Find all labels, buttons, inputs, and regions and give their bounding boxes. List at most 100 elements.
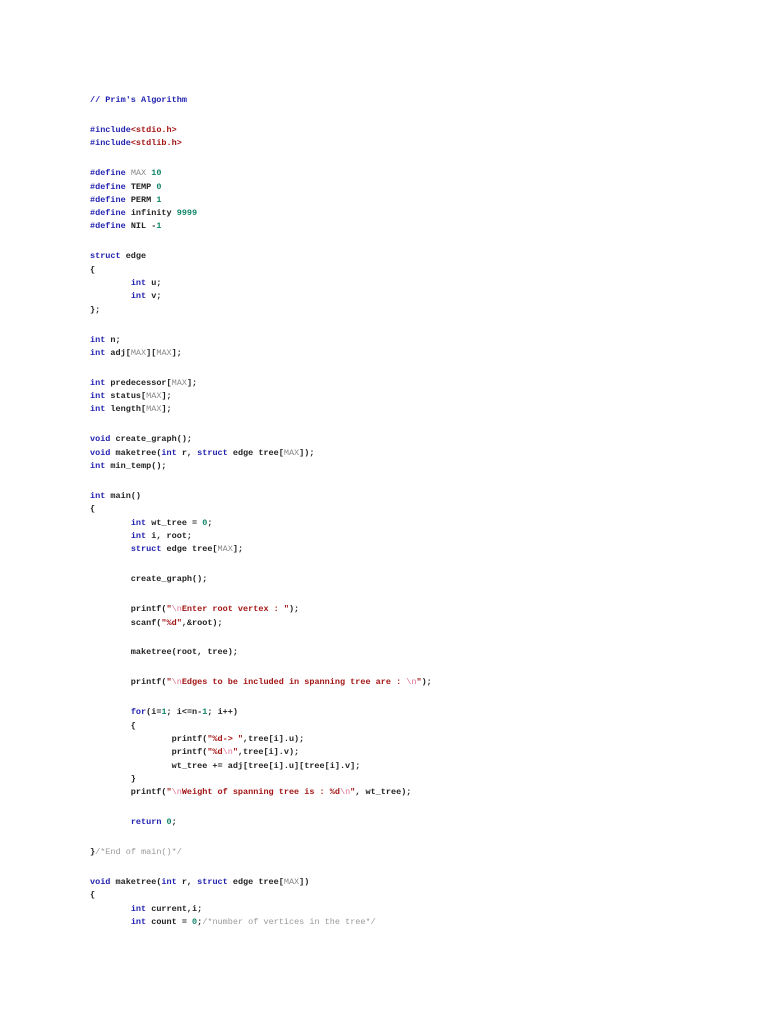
code-token: i, root; (146, 530, 193, 541)
code-line: #define TEMP 0 (90, 181, 432, 194)
code-line: // Prim's Algorithm (90, 94, 432, 107)
code-token: #define (90, 181, 131, 192)
code-token: Weight of spanning tree is : %d (181, 787, 340, 798)
code-token: ; (171, 817, 177, 828)
code-token: PERM (130, 194, 157, 205)
code-token: MAX (146, 391, 162, 402)
code-token: int (90, 491, 106, 502)
code-token: edge tree[ (227, 447, 284, 458)
code-line: void maketree(int r, struct edge tree[MA… (90, 447, 432, 460)
code-token: #include (90, 138, 131, 149)
code-token: ]; (171, 347, 182, 358)
code-token: , wt_tree); (355, 787, 412, 798)
code-line: void create_graph(); (90, 433, 432, 446)
code-token: for (130, 707, 147, 718)
code-token: { (90, 890, 96, 901)
code-token: MAX (130, 347, 147, 358)
code-token: // Prim's Algorithm (90, 95, 187, 105)
code-token: r, (176, 447, 198, 458)
code-line: { (90, 264, 432, 277)
code-token: int (90, 404, 106, 415)
code-token: MAX (171, 377, 187, 388)
code-token: create_graph(); (90, 574, 208, 585)
code-token: current,i; (146, 903, 203, 914)
code-line: wt_tree += adj[tree[i].u][tree[i].v]; (90, 760, 432, 773)
code-token: 1 (156, 221, 162, 232)
code-token: ,tree[i].v); (237, 747, 300, 758)
code-line: create_graph(); (90, 573, 432, 586)
code-token: #define (90, 208, 131, 219)
code-line: int u; (90, 277, 432, 290)
code-token: #include (90, 124, 131, 135)
code-token: #define (90, 194, 131, 205)
code-token: int (130, 517, 147, 528)
code-token: int (130, 917, 147, 928)
code-token: ,&root); (181, 617, 223, 628)
code-token: 10 (151, 168, 162, 179)
code-line: #define infinity 9999 (90, 207, 432, 220)
code-token: "%d" (161, 617, 182, 628)
code-token: maketree( (110, 877, 162, 888)
code-line: int n; (90, 334, 432, 347)
code-line: int min_temp(); (90, 460, 432, 473)
code-token: ; (207, 517, 213, 528)
code-token: 0 (156, 181, 162, 192)
code-token: "%d-> " (207, 734, 244, 745)
code-token: ); (421, 677, 432, 688)
code-line: printf("\nEnter root vertex : "); (90, 603, 432, 616)
code-token: (i= (146, 707, 162, 718)
code-token: #define (90, 168, 131, 179)
code-token: r, (176, 877, 198, 888)
code-token: MAX (283, 877, 300, 888)
code-line: maketree(root, tree); (90, 646, 432, 659)
code-line: scanf("%d",&root); (90, 617, 432, 630)
code-line: printf("%d-> ",tree[i].u); (90, 733, 432, 746)
code-token: int (130, 903, 147, 914)
code-token: \n (171, 604, 182, 615)
code-token: int (161, 447, 177, 458)
code-token: #define (90, 221, 131, 232)
code-token: n; (105, 334, 121, 345)
code-token: maketree( (110, 447, 162, 458)
code-token: MAX (130, 168, 147, 179)
code-token: NIL - (130, 221, 157, 232)
code-token: 9999 (176, 208, 198, 219)
code-token: { (90, 504, 96, 515)
code-token: ]); (299, 447, 315, 458)
code-token: scanf( (90, 617, 162, 628)
code-token: \n (339, 787, 351, 798)
code-token: "%d (207, 747, 223, 758)
code-line: int v; (90, 290, 432, 303)
code-token: void (90, 447, 111, 458)
code-line: #include<stdlib.h> (90, 137, 432, 150)
code-token: int (90, 334, 106, 345)
code-line: #define NIL -1 (90, 220, 432, 233)
code-token: MAX (283, 447, 300, 458)
code-token: infinity (130, 208, 177, 219)
code-token: int (90, 347, 106, 358)
code-token: Enter root vertex : " (181, 604, 289, 615)
code-token: struct (130, 544, 162, 555)
code-token: int (90, 377, 106, 388)
code-line: { (90, 889, 432, 902)
code-token: MAX (217, 544, 233, 555)
code-token: struct (197, 877, 228, 888)
code-token: ,tree[i].u); (243, 734, 305, 745)
code-token: TEMP (130, 181, 157, 192)
code-token: int (90, 461, 106, 472)
code-token: ]; (161, 404, 172, 415)
code-token: predecessor[ (105, 377, 172, 388)
